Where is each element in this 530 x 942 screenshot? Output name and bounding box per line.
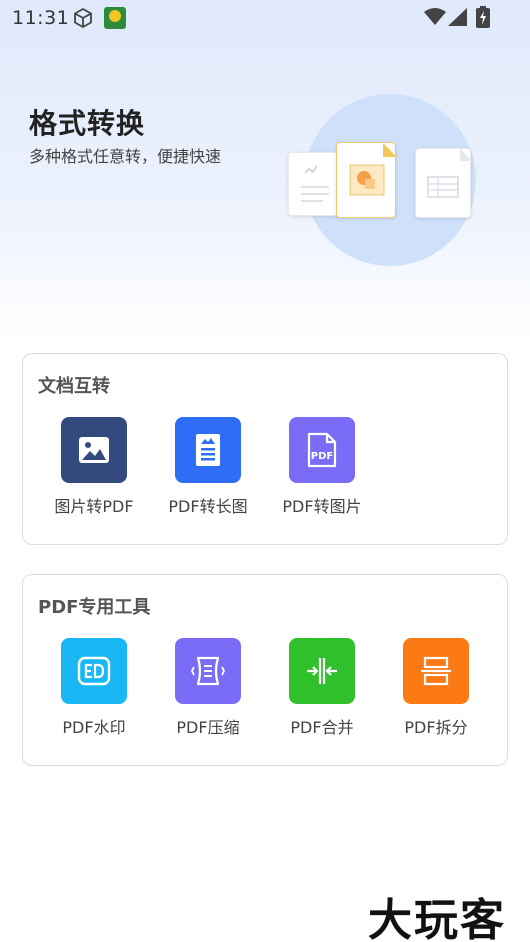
image-to-pdf-button[interactable]: 图片转PDF [37, 417, 151, 517]
section-title: PDF专用工具 [38, 597, 151, 618]
watermark-logo: 大玩客 [368, 895, 506, 942]
image-icon [61, 417, 127, 483]
battery-charging-icon [476, 6, 490, 28]
merge-icon [289, 638, 355, 704]
image-document-icon [288, 152, 340, 216]
pdf-file-icon: PDF [289, 417, 355, 483]
compress-icon [175, 638, 241, 704]
page-title: 格式转换 [29, 107, 146, 140]
pdf-merge-button[interactable]: PDF合并 [265, 638, 379, 738]
app-notification-icon [104, 7, 126, 29]
pdf-split-button[interactable]: PDF拆分 [379, 638, 493, 738]
pdf-to-image-button[interactable]: PDF PDF转图片 [265, 417, 379, 517]
wifi-icon [424, 8, 446, 25]
spreadsheet-document-icon [415, 148, 472, 218]
cube-icon [74, 8, 92, 28]
signal-icon [448, 8, 467, 26]
page-subtitle: 多种格式任意转，便捷快速 [29, 147, 222, 166]
split-icon [403, 638, 469, 704]
pdf-tools-card: PDF专用工具 PDF水印 PDF压缩 PDF合并 PDF拆分 [22, 574, 508, 766]
tool-label: PDF拆分 [404, 718, 468, 737]
presentation-document-icon [336, 142, 397, 218]
pdf-compress-button[interactable]: PDF压缩 [151, 638, 265, 738]
tool-label: PDF转图片 [282, 497, 362, 516]
svg-text:PDF: PDF [311, 451, 333, 462]
long-image-icon [175, 417, 241, 483]
pdf-watermark-button[interactable]: PDF水印 [37, 638, 151, 738]
section-title: 文档互转 [38, 376, 110, 397]
status-bar: 11:31 [0, 0, 530, 36]
watermark-icon [61, 638, 127, 704]
pdf-to-long-image-button[interactable]: PDF转长图 [151, 417, 265, 517]
status-time: 11:31 [12, 7, 70, 29]
header-illustration [286, 94, 481, 272]
document-convert-card: 文档互转 图片转PDF PDF转长图 PDF PDF转图片 [22, 353, 508, 545]
